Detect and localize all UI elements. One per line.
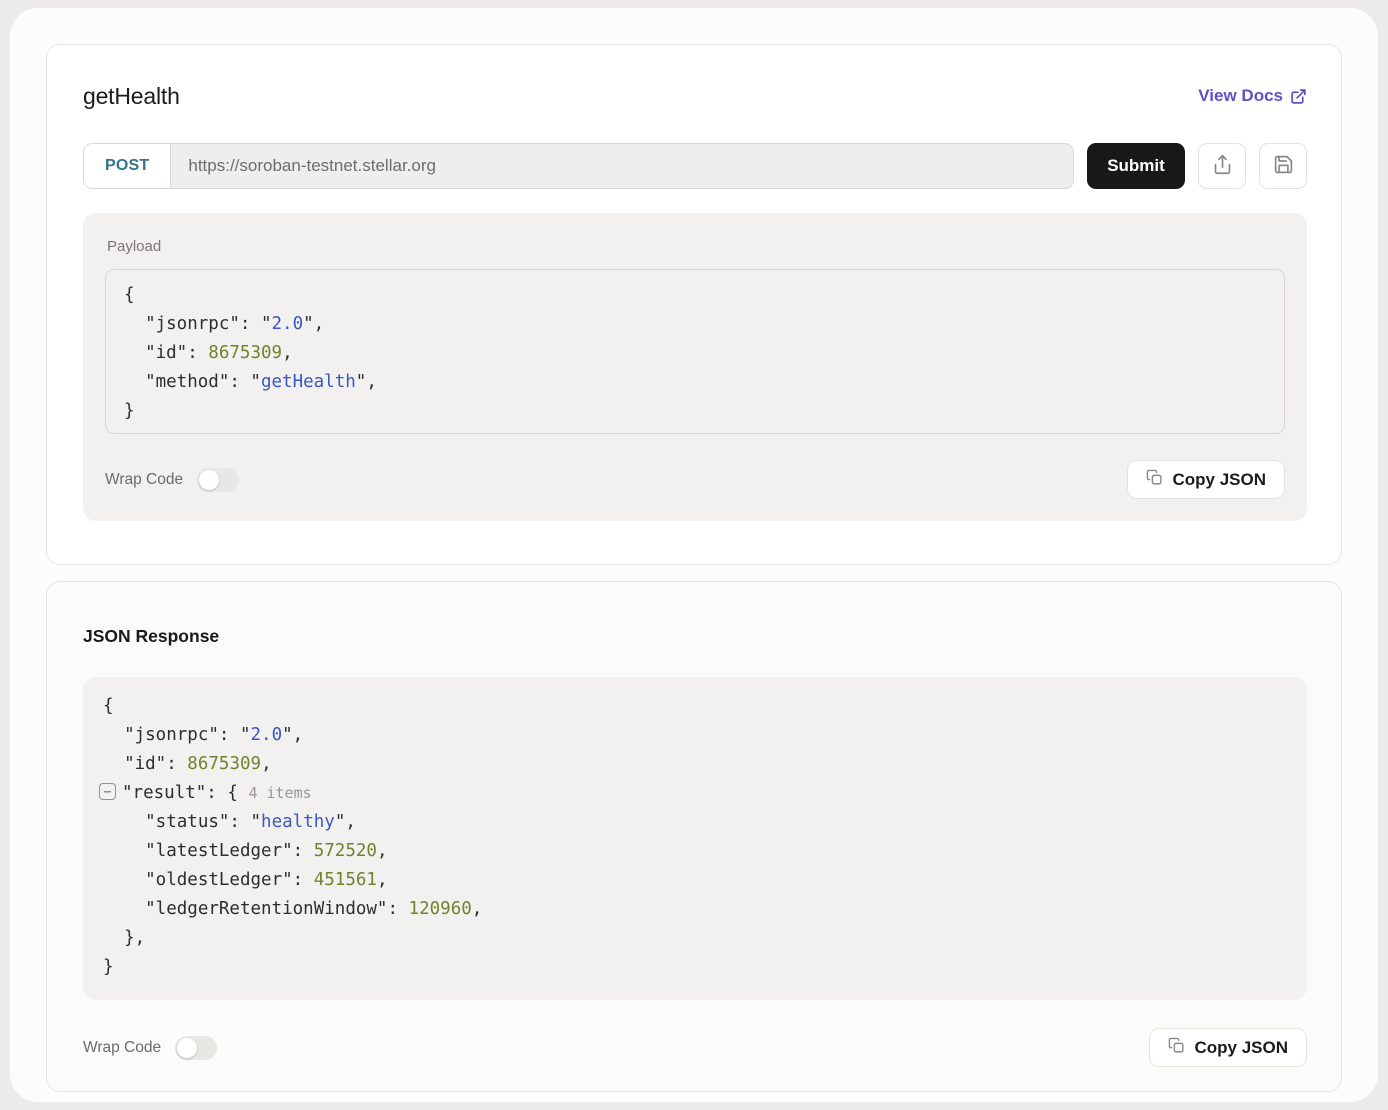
- code-token: ",: [356, 372, 377, 392]
- code-line: "result": { 4 items: [103, 779, 1287, 808]
- save-icon: [1273, 154, 1294, 178]
- response-code-viewer: { "jsonrpc": "2.0", "id": 8675309,"resul…: [83, 677, 1307, 1000]
- code-token: "oldestLedger":: [103, 870, 314, 890]
- code-line: },: [103, 924, 1287, 953]
- request-bar: POST Submit: [83, 143, 1307, 189]
- wrap-code-toggle[interactable]: [197, 468, 239, 492]
- code-token: 120960: [409, 899, 472, 919]
- code-token: ,: [377, 870, 388, 890]
- method-title: getHealth: [83, 83, 180, 110]
- response-footer: Wrap Code Copy JSON: [83, 1028, 1307, 1067]
- code-token: 8675309: [208, 343, 282, 363]
- code-line: "latestLedger": 572520,: [103, 837, 1287, 866]
- code-token: {: [103, 696, 114, 716]
- code-token: "jsonrpc": ": [103, 725, 251, 745]
- wrap-code-label: Wrap Code: [105, 471, 183, 489]
- code-token: ",: [282, 725, 303, 745]
- copy-json-button[interactable]: Copy JSON: [1149, 1028, 1307, 1067]
- code-token: "id":: [103, 754, 187, 774]
- code-token: healthy: [261, 812, 335, 832]
- url-group: POST: [83, 143, 1074, 189]
- code-token: 8675309: [187, 754, 261, 774]
- submit-button[interactable]: Submit: [1087, 143, 1185, 189]
- code-line: "status": "healthy",: [103, 808, 1287, 837]
- wrap-code-group: Wrap Code: [83, 1036, 217, 1060]
- code-token: }: [103, 957, 114, 977]
- response-title: JSON Response: [83, 626, 1307, 647]
- code-line: "oldestLedger": 451561,: [103, 866, 1287, 895]
- code-line: {: [103, 692, 1287, 721]
- external-link-icon: [1290, 88, 1307, 105]
- code-token: "id":: [124, 343, 208, 363]
- code-token: 451561: [314, 870, 377, 890]
- wrap-code-toggle[interactable]: [175, 1036, 217, 1060]
- method-badge: POST: [84, 144, 171, 188]
- code-line: }: [103, 953, 1287, 982]
- code-token: 2.0: [272, 314, 304, 334]
- code-token: ",: [303, 314, 324, 334]
- response-card: JSON Response { "jsonrpc": "2.0", "id": …: [46, 581, 1342, 1092]
- copy-json-button[interactable]: Copy JSON: [1127, 460, 1285, 499]
- toggle-knob: [177, 1038, 197, 1058]
- code-token: }: [124, 401, 135, 421]
- request-card: getHealth View Docs POST Submit: [46, 44, 1342, 565]
- code-token: ,: [261, 754, 272, 774]
- url-input[interactable]: [171, 144, 1073, 188]
- code-token: "latestLedger":: [103, 841, 314, 861]
- code-line: "ledgerRetentionWindow": 120960,: [103, 895, 1287, 924]
- code-token: 2.0: [251, 725, 283, 745]
- save-request-button[interactable]: [1259, 143, 1307, 189]
- code-token: {: [124, 285, 135, 305]
- view-docs-label: View Docs: [1198, 86, 1283, 106]
- payload-panel: Payload { "jsonrpc": "2.0", "id": 867530…: [83, 213, 1307, 521]
- toggle-knob: [199, 470, 219, 490]
- copy-json-label: Copy JSON: [1172, 470, 1266, 490]
- share-request-button[interactable]: [1198, 143, 1246, 189]
- code-line: "jsonrpc": "2.0",: [124, 310, 1266, 339]
- code-line: "id": 8675309,: [124, 339, 1266, 368]
- payload-editor[interactable]: { "jsonrpc": "2.0", "id": 8675309, "meth…: [105, 269, 1285, 434]
- code-token: 572520: [314, 841, 377, 861]
- view-docs-link[interactable]: View Docs: [1198, 86, 1307, 106]
- code-token: ",: [335, 812, 356, 832]
- code-token: getHealth: [261, 372, 356, 392]
- code-line: {: [124, 281, 1266, 310]
- payload-label: Payload: [105, 238, 1285, 255]
- wrap-code-label: Wrap Code: [83, 1039, 161, 1057]
- code-token: "status": ": [103, 812, 261, 832]
- code-token: "jsonrpc": ": [124, 314, 272, 334]
- copy-icon: [1146, 469, 1163, 491]
- code-token: },: [103, 928, 145, 948]
- code-line: "method": "getHealth",: [124, 368, 1266, 397]
- collapse-node-icon[interactable]: [99, 783, 116, 800]
- request-card-header: getHealth View Docs: [83, 79, 1307, 113]
- code-token: ,: [472, 899, 483, 919]
- code-line: }: [124, 397, 1266, 426]
- copy-json-label: Copy JSON: [1194, 1038, 1288, 1058]
- app-surface: getHealth View Docs POST Submit: [10, 8, 1378, 1102]
- copy-icon: [1168, 1037, 1185, 1059]
- code-token: ,: [282, 343, 293, 363]
- code-token: "result": {: [122, 783, 248, 803]
- code-line: "id": 8675309,: [103, 750, 1287, 779]
- code-token: ,: [377, 841, 388, 861]
- share-icon: [1212, 154, 1233, 178]
- code-line: "jsonrpc": "2.0",: [103, 721, 1287, 750]
- payload-footer: Wrap Code Copy JSON: [105, 460, 1285, 499]
- code-token: 4 items: [248, 784, 311, 802]
- code-token: "ledgerRetentionWindow":: [103, 899, 409, 919]
- code-token: "method": ": [124, 372, 261, 392]
- wrap-code-group: Wrap Code: [105, 468, 239, 492]
